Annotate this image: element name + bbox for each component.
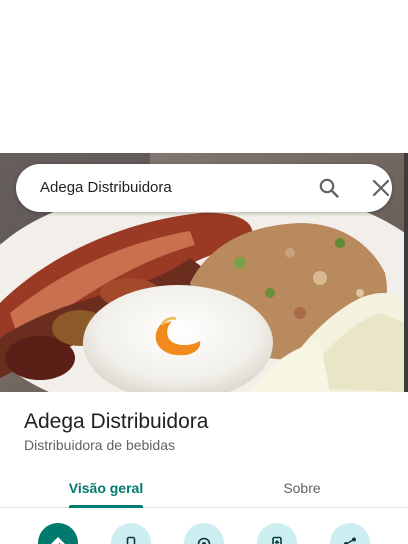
tab-overview[interactable]: Visão geral xyxy=(36,468,176,508)
scrollbar-edge xyxy=(404,153,408,392)
send-to-phone-button[interactable] xyxy=(257,523,297,544)
close-icon[interactable] xyxy=(370,177,392,199)
place-title: Adega Distribuidora xyxy=(24,410,209,433)
action-buttons-row xyxy=(0,520,408,544)
search-icon[interactable] xyxy=(318,177,340,199)
directions-icon xyxy=(51,537,65,544)
tab-selected-indicator xyxy=(69,505,143,508)
place-category[interactable]: Distribuidora de bebidas xyxy=(24,437,175,453)
call-button[interactable] xyxy=(111,523,151,544)
map-blank-area xyxy=(0,0,408,153)
search-input[interactable]: Adega Distribuidora xyxy=(40,179,172,196)
place-page: Adega Distribuidora Adega Distribuidora … xyxy=(0,0,408,544)
share-icon xyxy=(344,537,356,544)
directions-button[interactable] xyxy=(38,523,78,544)
send-to-phone-icon xyxy=(272,536,282,544)
search-bar[interactable]: Adega Distribuidora xyxy=(16,164,392,212)
nearby-button[interactable] xyxy=(184,523,224,544)
tab-about[interactable]: Sobre xyxy=(232,468,372,508)
nearby-icon xyxy=(197,537,211,544)
share-button[interactable] xyxy=(330,523,370,544)
tab-bar: Visão geral Sobre xyxy=(0,468,408,508)
phone-icon xyxy=(126,536,136,544)
